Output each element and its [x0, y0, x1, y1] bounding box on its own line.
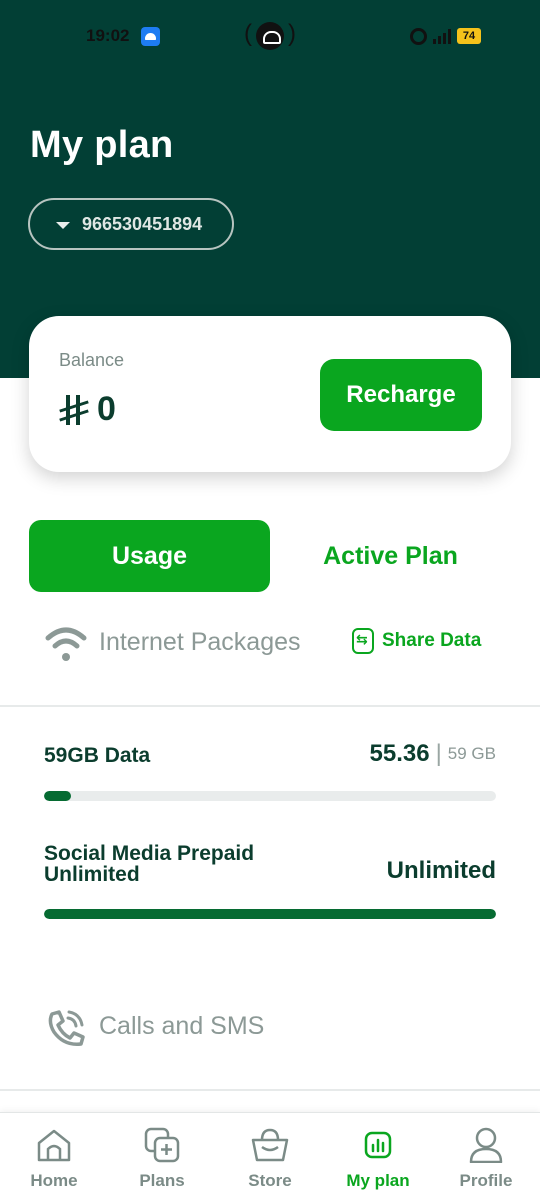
- recharge-button[interactable]: Recharge: [320, 359, 482, 431]
- usage-used: 55.36: [369, 740, 430, 767]
- calls-sms-title: Calls and SMS: [99, 1012, 265, 1040]
- tab-active-plan[interactable]: Active Plan: [270, 520, 511, 592]
- phone-icon: [48, 1010, 85, 1046]
- app-notification-icon: [141, 27, 160, 46]
- home-icon: [37, 1129, 71, 1162]
- balance-value: 0: [97, 390, 116, 428]
- profile-icon: [469, 1127, 503, 1163]
- battery-icon: 74: [457, 28, 481, 44]
- nav-label: Store: [248, 1171, 292, 1190]
- nav-label: Home: [30, 1171, 78, 1190]
- progress-fill: [44, 909, 496, 919]
- usage-separator: |: [435, 740, 442, 767]
- share-data-label: Share Data: [382, 630, 482, 651]
- usage-item-name: 59GB Data: [44, 744, 151, 767]
- internet-packages-header: Internet Packages Share Data: [44, 620, 504, 670]
- internet-packages-title: Internet Packages: [99, 628, 301, 656]
- bottom-nav: Home Plans Store My plan Profile: [0, 1112, 540, 1200]
- progress-track: [44, 909, 496, 919]
- page-title: My plan: [30, 124, 174, 166]
- usage-used: Unlimited: [386, 857, 496, 884]
- share-data-icon: [352, 628, 374, 654]
- cast-icon: (): [244, 20, 296, 52]
- usage-item-social: Social Media Prepaid Unlimited Unlimited: [44, 843, 496, 923]
- nav-label: Plans: [139, 1171, 185, 1190]
- nav-profile[interactable]: Profile: [432, 1113, 540, 1200]
- usage-total: 59 GB: [447, 744, 496, 763]
- status-time: 19:02: [86, 26, 130, 45]
- saudi-riyal-icon: [59, 394, 89, 425]
- calls-sms-header[interactable]: Calls and SMS: [44, 1004, 504, 1054]
- usage-item-name: Social Media Prepaid Unlimited: [44, 842, 255, 886]
- phone-number-selector[interactable]: 966530451894: [28, 198, 234, 250]
- nav-my-plan[interactable]: My plan: [324, 1113, 432, 1200]
- divider: [0, 705, 540, 707]
- usage-item-data: 59GB Data 55.36 | 59 GB: [44, 740, 496, 810]
- alarm-icon: [410, 27, 427, 45]
- divider: [0, 1089, 540, 1091]
- nav-home[interactable]: Home: [0, 1113, 108, 1200]
- progress-fill: [44, 791, 72, 801]
- share-data-button[interactable]: Share Data: [352, 628, 481, 654]
- phone-number: 966530451894: [82, 213, 203, 234]
- balance-card: Balance 0 Recharge: [29, 316, 511, 472]
- nav-label: My plan: [346, 1171, 410, 1190]
- store-icon: [251, 1128, 289, 1162]
- balance-value-wrap: 0: [59, 390, 116, 429]
- my-plan-icon: [364, 1131, 392, 1159]
- wifi-icon: [45, 627, 87, 661]
- plans-icon: [144, 1127, 180, 1163]
- progress-track: [44, 791, 496, 801]
- tab-usage[interactable]: Usage: [29, 520, 270, 592]
- caret-down-icon: [56, 221, 70, 229]
- status-bar: 19:02 () 74: [0, 0, 540, 72]
- nav-plans[interactable]: Plans: [108, 1113, 216, 1200]
- balance-label: Balance: [59, 350, 125, 370]
- nav-label: Profile: [459, 1171, 513, 1190]
- nav-store[interactable]: Store: [216, 1113, 324, 1200]
- signal-icon: [433, 28, 451, 44]
